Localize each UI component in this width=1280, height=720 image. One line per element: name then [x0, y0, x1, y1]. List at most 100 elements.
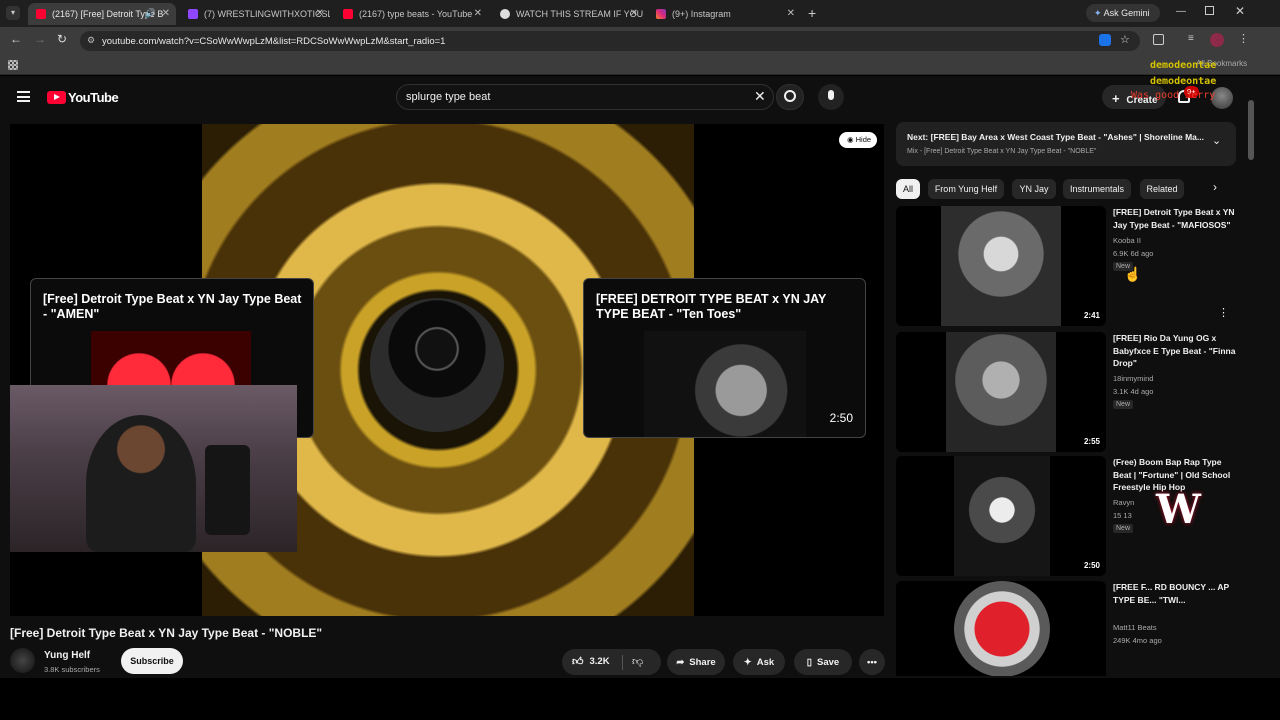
- browser-tab[interactable]: (2167) type beats - YouTube ✕: [335, 3, 488, 25]
- apps-grid-icon[interactable]: [8, 60, 18, 70]
- hide-endcards-button[interactable]: ◉ Hide: [839, 132, 877, 148]
- save-button[interactable]: ▯ Save: [794, 649, 852, 675]
- site-info-icon[interactable]: ⚙: [87, 35, 95, 46]
- sparkle-icon: ✦: [743, 656, 752, 668]
- up-next-subtitle: Mix - [Free] Detroit Type Beat x YN Jay …: [907, 148, 1097, 155]
- close-tab-icon[interactable]: ✕: [787, 8, 795, 19]
- ask-gemini-button[interactable]: ✦ Ask Gemini: [1086, 4, 1160, 22]
- browser-tab[interactable]: (7) WRESTLINGWITHXOTICSLIV ✕: [180, 3, 330, 25]
- search-button[interactable]: [776, 84, 804, 110]
- recommendation-title: [FREE F... RD BOUNCY ... AP TYPE BE... "…: [1113, 582, 1230, 605]
- recommendation-item[interactable]: [FREE F... RD BOUNCY ... AP TYPE BE... "…: [896, 581, 1236, 676]
- page-scrollbar[interactable]: [1248, 90, 1254, 670]
- voice-search-button[interactable]: [818, 84, 844, 110]
- bookmark-star-icon[interactable]: ☆: [1120, 33, 1130, 46]
- more-vertical-icon[interactable]: ⋮: [1218, 306, 1229, 319]
- close-tab-icon[interactable]: ✕: [474, 8, 482, 19]
- clear-search-icon[interactable]: ✕: [754, 88, 766, 105]
- browser-tab[interactable]: WATCH THIS STREAM IF YOU A ✕: [492, 3, 644, 25]
- twitch-favicon-icon: [188, 9, 198, 19]
- media-controls-icon[interactable]: ≡: [1188, 33, 1194, 44]
- recommendation-meta: 249K 4mo ago: [1113, 636, 1162, 645]
- browser-address-bar: ← → ↻ ⚙ youtube.com/watch?v=CSoWwWwpLzM&…: [0, 27, 1280, 55]
- like-count: 3.2K: [589, 656, 610, 667]
- recommendation-channel: 18inmymind: [1113, 374, 1154, 383]
- recommendation-meta: 3.1K 4d ago: [1113, 387, 1154, 396]
- scrollbar-thumb[interactable]: [1248, 100, 1254, 160]
- thumbnail-image: [954, 456, 1050, 576]
- forward-icon[interactable]: →: [34, 32, 46, 46]
- chip-from-channel[interactable]: From Yung Helf: [928, 179, 1004, 199]
- tab-title: WATCH THIS STREAM IF YOU A: [516, 9, 644, 19]
- mouse-pointer-icon: ☝: [1124, 266, 1142, 282]
- thumbnail-image: [946, 332, 1056, 452]
- browser-tab[interactable]: (9+) Instagram ✕: [648, 3, 801, 25]
- webcam-person: [86, 415, 196, 552]
- recommendation-thumbnail: 2:55: [896, 332, 1106, 452]
- extensions-icon[interactable]: [1153, 34, 1164, 45]
- chip-yn-jay[interactable]: YN Jay: [1012, 179, 1056, 199]
- back-icon[interactable]: ←: [10, 32, 22, 46]
- channel-name[interactable]: Yung Helf: [44, 650, 90, 661]
- like-divider: [622, 655, 623, 670]
- close-tab-icon[interactable]: ✕: [316, 8, 324, 19]
- subscribe-button[interactable]: Subscribe: [121, 648, 183, 674]
- endcard-video-right[interactable]: [FREE] DETROIT TYPE BEAT x YN JAY TYPE B…: [583, 278, 866, 438]
- artist-portrait-circle: [370, 298, 504, 432]
- chat-username: demodeontae: [1150, 60, 1217, 71]
- chips-next-icon[interactable]: ›: [1213, 180, 1217, 194]
- search-input[interactable]: splurge type beat ✕: [396, 84, 774, 110]
- chat-message: Was good Jerry: [1131, 90, 1216, 101]
- recommendation-channel: Matt11 Beats: [1113, 623, 1157, 632]
- recommendation-item[interactable]: 2:41 [FREE] Detroit Type Beat x YN Jay T…: [896, 206, 1236, 328]
- search-query: splurge type beat: [406, 91, 491, 103]
- minimize-icon[interactable]: —: [1176, 6, 1186, 17]
- like-button[interactable]: 👍︎ 3.2K: [572, 655, 610, 668]
- new-badge: New: [1113, 400, 1134, 409]
- url-field[interactable]: ⚙ youtube.com/watch?v=CSoWwWwpLzM&list=R…: [80, 31, 1140, 51]
- youtube-favicon-icon: [343, 9, 353, 19]
- channel-avatar[interactable]: [10, 648, 35, 673]
- youtube-logo[interactable]: YouTube: [47, 90, 119, 105]
- youtube-favicon-icon: [36, 9, 46, 19]
- chip-related[interactable]: Related: [1140, 179, 1184, 199]
- more-actions-button[interactable]: •••: [859, 649, 885, 675]
- share-button[interactable]: ➦ Share: [667, 649, 725, 675]
- video-player[interactable]: ◉ Hide [Free] Detroit Type Beat x YN Jay…: [10, 124, 884, 616]
- recommendation-title: [FREE] Rio Da Yung OG x Babyfxce E Type …: [1113, 333, 1236, 368]
- recommendation-item[interactable]: 2:50 (Free) Boom Bap Rap Type Beat | "Fo…: [896, 456, 1236, 578]
- webcam-overlay: [10, 385, 297, 552]
- recommendation-item[interactable]: 2:55 [FREE] Rio Da Yung OG x Babyfxce E …: [896, 332, 1236, 454]
- ask-button[interactable]: ✦ Ask: [733, 649, 785, 675]
- instagram-favicon-icon: [656, 9, 666, 19]
- stream-chat-overlay: demodeontae demodeontae Was good Jerry: [1131, 56, 1280, 106]
- chip-all[interactable]: All: [896, 179, 920, 199]
- browser-tab-active[interactable]: (2167) [Free] Detroit Type B 🔊 ✕: [28, 3, 176, 25]
- eye-off-icon: ◉: [847, 135, 854, 144]
- tab-title: (7) WRESTLINGWITHXOTICSLIV: [204, 9, 330, 19]
- close-tab-icon[interactable]: ✕: [630, 8, 638, 19]
- save-playlist-icon: ▯: [806, 656, 813, 668]
- youtube-page: YouTube splurge type beat ✕ + Create 9+ …: [0, 60, 1280, 720]
- reload-icon[interactable]: ↻: [57, 32, 67, 46]
- browser-menu-icon[interactable]: ⋮: [1238, 32, 1249, 45]
- new-badge: New: [1113, 524, 1134, 533]
- profile-avatar[interactable]: [1210, 33, 1224, 47]
- tab-search-button[interactable]: ▾: [6, 6, 20, 20]
- plus-icon: +: [1112, 91, 1120, 106]
- gemini-icon: ✦: [1094, 8, 1102, 18]
- close-window-icon[interactable]: ✕: [1235, 4, 1245, 18]
- chevron-down-icon[interactable]: ⌄: [1212, 134, 1221, 147]
- chip-instrumentals[interactable]: Instrumentals: [1063, 179, 1131, 199]
- maximize-icon[interactable]: [1205, 6, 1214, 15]
- share-icon: ➦: [676, 656, 685, 668]
- thumbs-down-icon: 👎︎: [632, 656, 644, 668]
- translate-icon[interactable]: [1099, 34, 1111, 46]
- new-tab-icon[interactable]: +: [808, 5, 816, 21]
- recommendation-thumbnail: 2:50: [896, 456, 1106, 576]
- hamburger-menu-icon[interactable]: [17, 91, 30, 102]
- speaker-icon: 🔊: [144, 8, 156, 18]
- dislike-button[interactable]: 👎︎: [632, 655, 643, 668]
- up-next-mix-panel[interactable]: Next: [FREE] Bay Area x West Coast Type …: [896, 122, 1236, 166]
- close-tab-icon[interactable]: ✕: [162, 8, 170, 19]
